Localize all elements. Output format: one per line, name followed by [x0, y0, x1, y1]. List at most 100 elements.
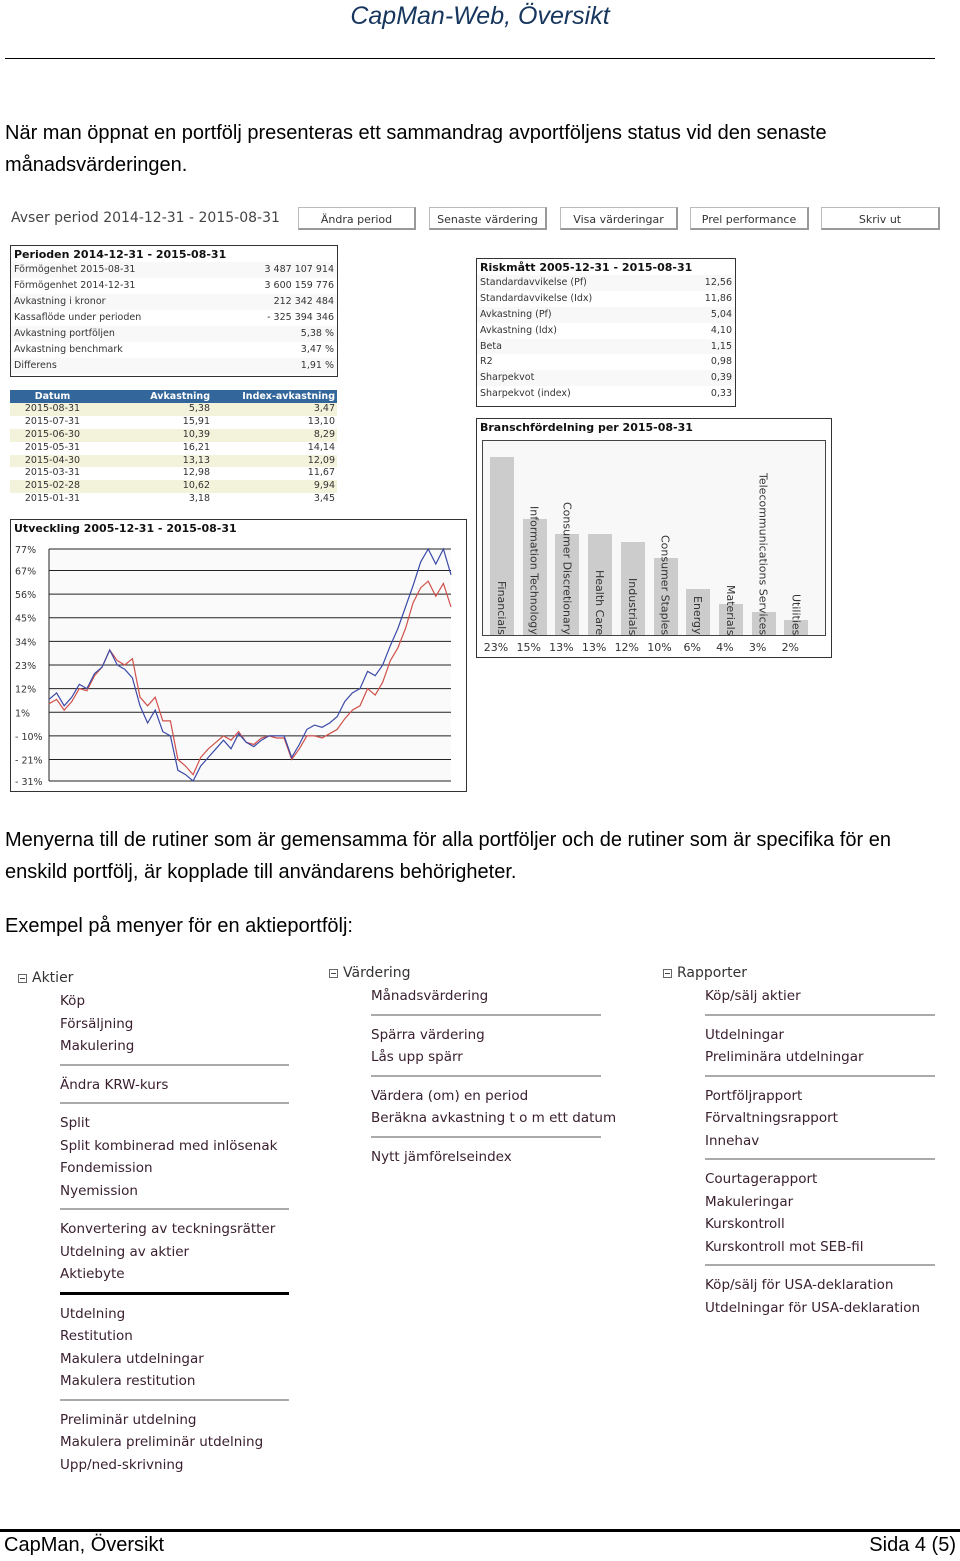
- menu-item[interactable]: Aktiebyte: [60, 1263, 289, 1286]
- bar-value-label: 6%: [683, 641, 701, 654]
- menu-item[interactable]: Upp/ned-skrivning: [60, 1454, 289, 1477]
- summary-row: Avkastning benchmark 3,47 %: [11, 342, 337, 358]
- menu-header[interactable]: Rapporter: [663, 965, 935, 981]
- menu-item[interactable]: Konvertering av teckningsrätter: [60, 1218, 289, 1241]
- menu-item[interactable]: Makulera restitution: [60, 1370, 289, 1393]
- bar-value-label: 12%: [614, 641, 640, 654]
- summary-row: Differens 1,91 %: [11, 358, 337, 374]
- menu-separator: [60, 1398, 289, 1401]
- table-cell: 13,10: [307, 415, 335, 427]
- menu-item[interactable]: Förvaltningsrapport: [705, 1107, 935, 1130]
- summary-label: Förmögenhet 2014-12-31: [14, 280, 136, 291]
- table-cell: 9,94: [313, 480, 335, 492]
- menu-item[interactable]: Köp/sälj aktier: [705, 985, 935, 1008]
- menu-item[interactable]: Makulering: [60, 1035, 289, 1058]
- example-heading: Exempel på menyer för en aktieportfölj:: [5, 915, 353, 937]
- prel-performance-button[interactable]: Prel performance: [690, 207, 809, 230]
- summary-label: Avkastning i kronor: [14, 296, 106, 307]
- menu-item[interactable]: Nytt jämförelseindex: [371, 1146, 601, 1169]
- footer-left: CapMan, Översikt: [4, 1534, 165, 1556]
- period-summary-box: Perioden 2014-12-31 - 2015-08-31 Förmöge…: [10, 245, 338, 377]
- risk-value: 12,56: [704, 277, 732, 288]
- footer-page-number: Sida 4 (5): [869, 1534, 956, 1556]
- menu-item[interactable]: Utdelning av aktier: [60, 1241, 289, 1264]
- menu-item[interactable]: Utdelningar: [705, 1024, 935, 1047]
- menu-item[interactable]: Makulera utdelningar: [60, 1348, 289, 1371]
- menu-item[interactable]: Makulera preliminär utdelning: [60, 1431, 289, 1454]
- header-rule: [5, 58, 935, 59]
- print-button[interactable]: Skriv ut: [821, 207, 940, 230]
- risk-label: Beta: [480, 340, 502, 352]
- menu-header[interactable]: Värdering: [329, 965, 601, 981]
- bar-category-label: Telecommunications Services: [756, 472, 770, 635]
- table-row: 2015-07-31 15,91 13,10: [10, 416, 337, 429]
- menu-item[interactable]: Ändra KRW-kurs: [60, 1074, 289, 1097]
- y-tick-label: 56%: [15, 590, 36, 601]
- latest-valuation-button[interactable]: Senaste värdering: [429, 207, 547, 230]
- menu-title: Aktier: [32, 970, 74, 986]
- menu-item[interactable]: Split kombinerad med inlösenak: [60, 1135, 289, 1158]
- menu-item[interactable]: Portföljrapport: [705, 1085, 935, 1108]
- risk-row: Sharpekvot 0,39: [477, 370, 735, 387]
- menu-item[interactable]: Fondemission: [60, 1157, 289, 1180]
- menu-vrdering: Värdering Månadsvärdering Spärra värdering…: [329, 965, 616, 1169]
- collapse-minus-icon[interactable]: [663, 968, 672, 978]
- menu-separator: [371, 1135, 601, 1138]
- menu-item[interactable]: Utdelningar för USA-deklaration: [705, 1297, 935, 1320]
- bar-category-label: Utilities: [789, 593, 803, 635]
- menu-item[interactable]: Köp: [60, 990, 289, 1013]
- menu-item[interactable]: Försäljning: [60, 1013, 289, 1036]
- menu-separator: [371, 1013, 601, 1016]
- table-cell: 12,09: [307, 454, 335, 466]
- menu-separator: [705, 1013, 935, 1016]
- summary-value: 1,91 %: [300, 360, 334, 371]
- table-cell: 2015-08-31: [24, 403, 81, 414]
- table-row: 2015-08-31 5,38 3,47: [10, 403, 337, 416]
- menu-item[interactable]: Split: [60, 1112, 289, 1135]
- risk-row: Avkastning (Pf) 5,04: [477, 306, 735, 323]
- risk-box: Riskmått 2005-12-31 - 2015-08-31 Standar…: [476, 258, 736, 407]
- show-valuations-button[interactable]: Visa värderingar: [560, 207, 678, 230]
- risk-value: 0,33: [710, 388, 732, 400]
- bar-value-label: 2%: [781, 641, 800, 654]
- collapse-minus-icon[interactable]: [329, 968, 338, 978]
- change-period-button[interactable]: Ändra period: [298, 207, 416, 230]
- menu-item[interactable]: Spärra värdering: [371, 1024, 601, 1047]
- menu-rapporter: Rapporter Köp/sälj aktier Utdelningar Preli…: [663, 965, 935, 1319]
- risk-value: 0,39: [710, 372, 732, 384]
- menu-item[interactable]: Köp/sälj för USA-deklaration: [705, 1274, 935, 1297]
- y-tick-label: 1%: [15, 708, 30, 719]
- menu-item[interactable]: Restitution: [60, 1325, 289, 1348]
- risk-title: Riskmått 2005-12-31 - 2015-08-31: [480, 261, 693, 274]
- menu-header[interactable]: Aktier: [18, 970, 289, 986]
- risk-row: R2 0,98: [477, 354, 735, 370]
- menu-item[interactable]: Utdelning: [60, 1303, 289, 1326]
- menu-item[interactable]: Preliminär utdelning: [60, 1409, 289, 1432]
- risk-value: 11,86: [704, 292, 732, 304]
- menu-item[interactable]: Preliminära utdelningar: [705, 1046, 935, 1069]
- summary-value: 212 342 484: [273, 296, 334, 307]
- menu-item[interactable]: Månadsvärdering: [371, 985, 601, 1008]
- risk-value: 4,10: [710, 324, 732, 336]
- bar-category-label: Energy: [691, 596, 705, 635]
- menus-paragraph: Menyerna till de rutiner som är gemensam…: [5, 829, 891, 883]
- risk-row: Avkastning (Idx) 4,10: [477, 323, 735, 339]
- menu-item[interactable]: Nyemission: [60, 1180, 289, 1203]
- menu-item[interactable]: Kurskontroll mot SEB-fil: [705, 1236, 935, 1259]
- risk-value: 1,15: [710, 340, 732, 352]
- menu-item[interactable]: Värdera (om) en period: [371, 1085, 601, 1108]
- menu-item[interactable]: Innehav: [705, 1130, 935, 1153]
- risk-label: R2: [480, 356, 493, 368]
- sector-chart-box: Branschfördelning per 2015-08-31 Financi…: [476, 418, 832, 658]
- menu-item[interactable]: Lås upp spärr: [371, 1046, 601, 1069]
- menu-item[interactable]: Beräkna avkastning t o m ett datum: [371, 1107, 616, 1130]
- summary-label: Avkastning portföljen: [14, 328, 115, 339]
- menu-item[interactable]: Kurskontroll: [705, 1213, 935, 1236]
- table-cell: 2015-05-31: [24, 441, 81, 453]
- table-cell: 5,38: [188, 403, 210, 414]
- menu-item[interactable]: Makuleringar: [705, 1191, 935, 1214]
- menu-item[interactable]: Courtagerapport: [705, 1168, 935, 1191]
- summary-value: 3,47 %: [300, 344, 334, 355]
- summary-label: Förmögenhet 2015-08-31: [14, 264, 136, 275]
- collapse-minus-icon[interactable]: [18, 973, 27, 983]
